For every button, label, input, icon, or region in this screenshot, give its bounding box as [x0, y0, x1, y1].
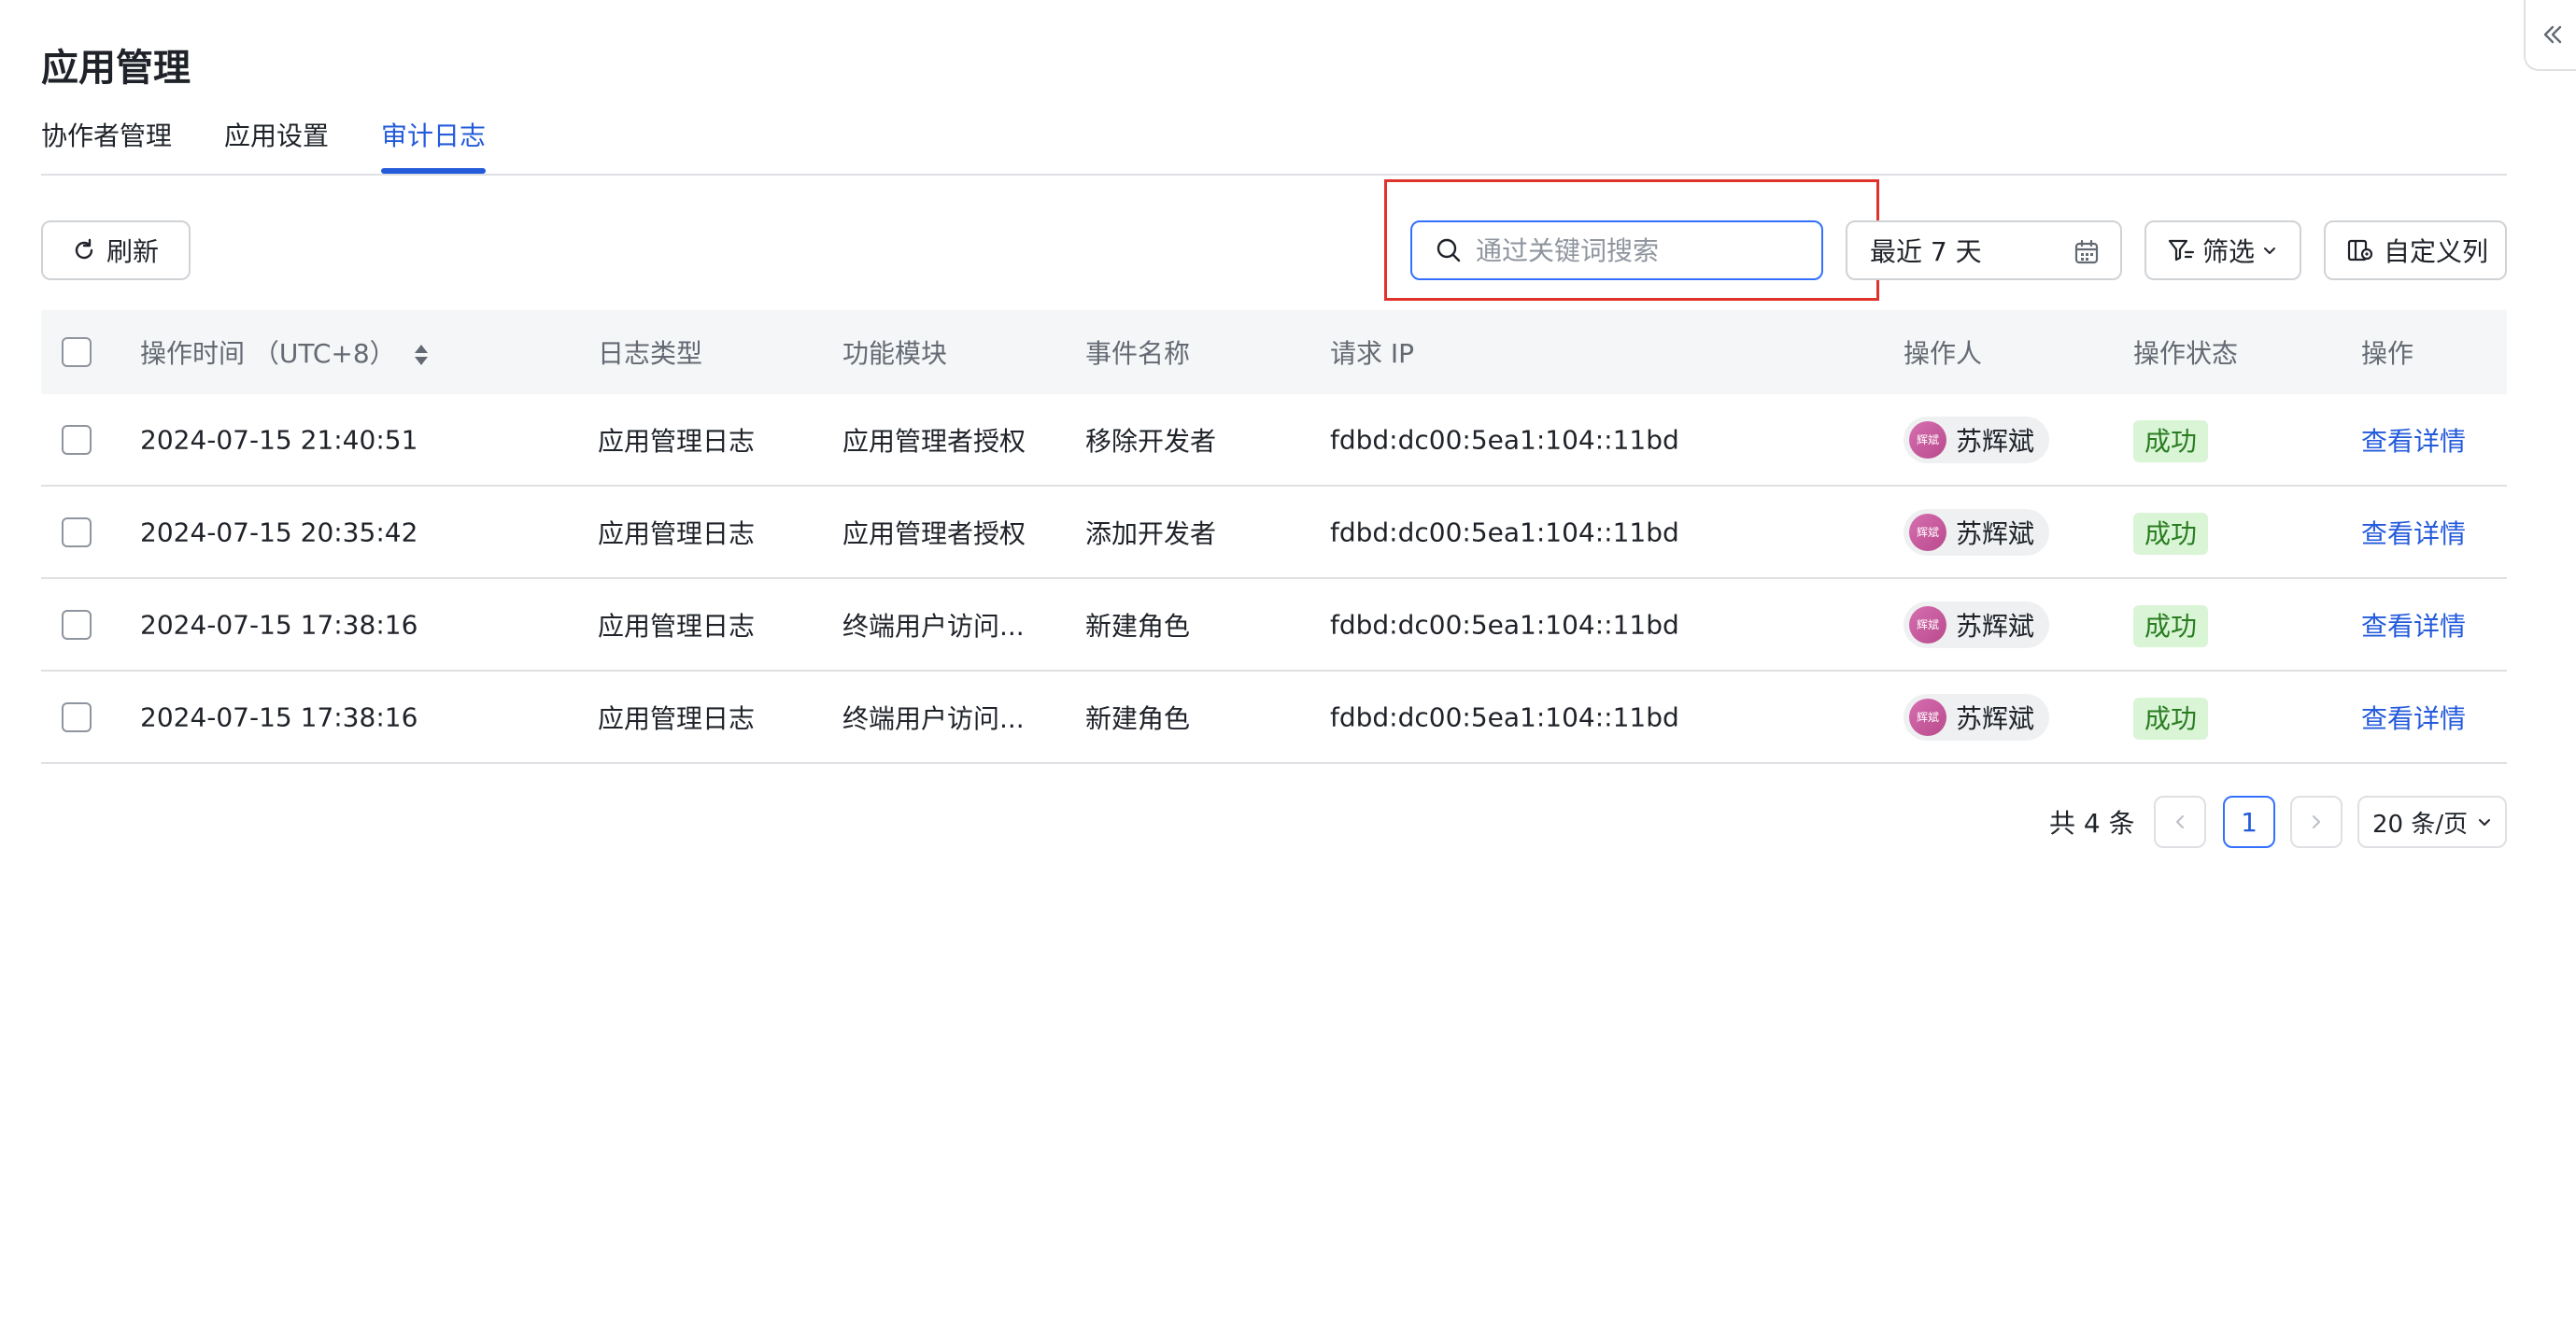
header-request-ip: 请求 IP [1330, 338, 1415, 369]
avatar: 辉斌 [1909, 605, 1946, 644]
view-details-link[interactable]: 查看详情 [2361, 699, 2466, 736]
table-header: 操作时间 （UTC+8） 日志类型 功能模块 事件名称 请求 IP 操作人 操作… [41, 310, 2507, 394]
operator-name: 苏辉斌 [1956, 702, 2035, 734]
view-details-link[interactable]: 查看详情 [2361, 421, 2466, 459]
cell-event-name: 新建角色 [1085, 610, 1191, 642]
calendar-icon [2074, 239, 2099, 264]
table-row: 2024-07-15 21:40:51 应用管理日志 应用管理者授权 移除开发者… [41, 394, 2507, 487]
page-title: 应用管理 [41, 47, 191, 90]
cell-module: 应用管理者授权 [842, 517, 1026, 549]
pagination-total: 共 4 条 [2049, 808, 2135, 839]
cell-request-ip: fdbd:dc00:5ea1:104::11bd [1330, 701, 1679, 732]
cell-request-ip: fdbd:dc00:5ea1:104::11bd [1330, 609, 1679, 640]
avatar: 辉斌 [1909, 513, 1946, 551]
header-time[interactable]: 操作时间 （UTC+8） [140, 333, 430, 371]
header-status: 操作状态 [2133, 338, 2239, 369]
custom-columns-button[interactable]: 自定义列 [2324, 220, 2507, 280]
cell-log-type: 应用管理日志 [598, 702, 756, 734]
cell-event-name: 新建角色 [1085, 702, 1191, 734]
row-checkbox[interactable] [62, 424, 92, 455]
next-page-button[interactable] [2290, 796, 2342, 848]
tab-bar: 协作者管理 应用设置 审计日志 [41, 110, 2507, 176]
cell-log-type: 应用管理日志 [598, 610, 756, 642]
cell-request-ip: fdbd:dc00:5ea1:104::11bd [1330, 424, 1679, 455]
custom-columns-label: 自定义列 [2384, 236, 2489, 267]
view-details-link[interactable]: 查看详情 [2361, 514, 2466, 551]
status-badge: 成功 [2133, 419, 2209, 462]
refresh-icon [75, 238, 93, 260]
table-row: 2024-07-15 17:38:16 应用管理日志 终端用户访问... 新建角… [41, 579, 2507, 672]
row-checkbox[interactable] [62, 609, 92, 640]
header-module: 功能模块 [842, 338, 948, 369]
operator-chip[interactable]: 辉斌 苏辉斌 [1904, 601, 2050, 648]
page-size-value: 20 条/页 [2372, 810, 2469, 839]
refresh-button[interactable]: 刷新 [41, 220, 191, 280]
search-input[interactable] [1476, 234, 1793, 266]
page-number-button[interactable]: 1 [2223, 796, 2275, 848]
operator-chip[interactable]: 辉斌 苏辉斌 [1904, 508, 2050, 556]
avatar: 辉斌 [1909, 420, 1946, 459]
page-size-select[interactable]: 20 条/页 [2357, 796, 2507, 848]
prev-page-button[interactable] [2154, 796, 2206, 848]
chevron-down-icon [2479, 819, 2491, 826]
cell-time: 2024-07-15 17:38:16 [140, 609, 418, 640]
status-badge: 成功 [2133, 697, 2209, 740]
refresh-label: 刷新 [106, 236, 160, 267]
operator-name: 苏辉斌 [1956, 425, 2035, 457]
operator-name: 苏辉斌 [1956, 517, 2035, 549]
tab-audit-log[interactable]: 审计日志 [381, 116, 486, 153]
header-event-name: 事件名称 [1085, 338, 1191, 369]
collapse-icon [2543, 25, 2562, 44]
status-badge: 成功 [2133, 512, 2209, 555]
date-range-picker[interactable]: 最近 7 天 [1846, 220, 2122, 280]
chevron-down-icon [2264, 248, 2276, 254]
chevron-right-icon [2313, 815, 2320, 828]
search-box[interactable] [1410, 220, 1823, 280]
cell-time: 2024-07-15 17:38:16 [140, 701, 418, 732]
tab-collaborators[interactable]: 协作者管理 [41, 116, 172, 153]
view-details-link[interactable]: 查看详情 [2361, 606, 2466, 644]
date-range-value: 最近 7 天 [1870, 236, 1982, 267]
cell-log-type: 应用管理日志 [598, 425, 756, 457]
audit-log-table: 操作时间 （UTC+8） 日志类型 功能模块 事件名称 请求 IP 操作人 操作… [41, 310, 2507, 764]
cell-module: 应用管理者授权 [842, 425, 1026, 457]
select-all-checkbox[interactable] [62, 337, 92, 367]
cell-log-type: 应用管理日志 [598, 517, 756, 549]
row-checkbox[interactable] [62, 516, 92, 547]
header-operator: 操作人 [1904, 338, 1983, 369]
filter-icon [2168, 239, 2195, 262]
cell-time: 2024-07-15 21:40:51 [140, 424, 418, 455]
row-checkbox[interactable] [62, 701, 92, 732]
operator-name: 苏辉斌 [1956, 610, 2035, 642]
tab-app-settings[interactable]: 应用设置 [224, 116, 329, 153]
cell-event-name: 添加开发者 [1085, 517, 1217, 549]
columns-icon [2347, 239, 2373, 262]
header-log-type: 日志类型 [598, 338, 703, 369]
collapse-sidebar-button[interactable] [2524, 0, 2576, 71]
cell-module: 终端用户访问... [842, 610, 1025, 642]
cell-event-name: 移除开发者 [1085, 425, 1217, 457]
table-row: 2024-07-15 17:38:16 应用管理日志 终端用户访问... 新建角… [41, 672, 2507, 764]
status-badge: 成功 [2133, 604, 2209, 647]
filter-label: 筛选 [2202, 236, 2256, 267]
operator-chip[interactable]: 辉斌 苏辉斌 [1904, 693, 2050, 741]
chevron-left-icon [2176, 815, 2184, 828]
table-row: 2024-07-15 20:35:42 应用管理日志 应用管理者授权 添加开发者… [41, 487, 2507, 579]
active-tab-indicator [381, 168, 486, 174]
cell-time: 2024-07-15 20:35:42 [140, 516, 418, 547]
operator-chip[interactable]: 辉斌 苏辉斌 [1904, 416, 2050, 463]
avatar: 辉斌 [1909, 698, 1946, 736]
header-action: 操作 [2361, 338, 2414, 369]
search-icon [1437, 238, 1461, 262]
filter-button[interactable]: 筛选 [2144, 220, 2301, 280]
cell-request-ip: fdbd:dc00:5ea1:104::11bd [1330, 516, 1679, 547]
sort-icon[interactable] [413, 342, 430, 368]
cell-module: 终端用户访问... [842, 702, 1025, 734]
